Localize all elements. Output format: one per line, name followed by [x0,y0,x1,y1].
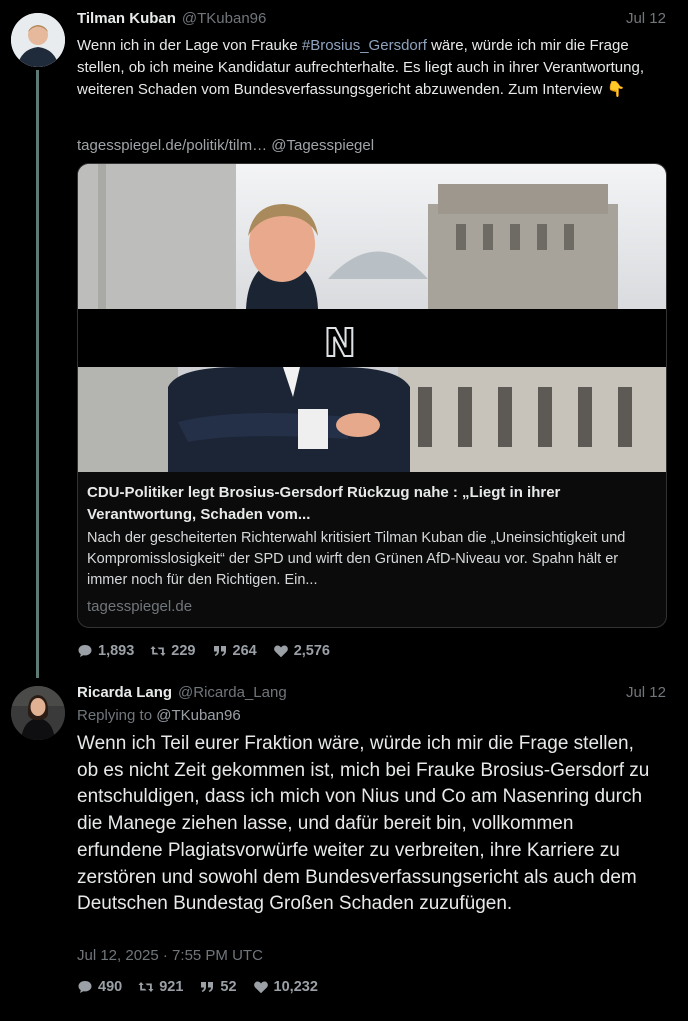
author-handle[interactable]: @TKuban96 [182,10,266,27]
quote-count-value: 52 [220,979,237,995]
card-description: Nach der gescheiterten Richterwahl kriti… [87,530,626,588]
nius-logo-icon: N [323,320,357,366]
reply-count-value: 1,893 [98,643,135,659]
card-image-bottom [78,367,666,472]
quote-icon [213,646,226,656]
tweet2-timestamp[interactable]: Jul 12, 2025 · 7:55 PM UTC [77,947,263,964]
heart-icon [273,645,288,658]
card-image-top [78,164,666,309]
quote-count-value: 264 [232,643,257,659]
retweet-count[interactable]: 921 [138,977,183,997]
reply-count[interactable]: 1,893 [77,641,134,661]
tweet2-text: Wenn ich Teil eurer Fraktion wäre, würde… [77,733,650,915]
thread-line [36,70,39,678]
quote-count[interactable]: 52 [199,977,237,997]
tweet2-header: Ricarda Lang @Ricarda_Lang [77,684,287,704]
avatar-photo-icon [11,13,65,67]
like-count[interactable]: 2,576 [273,641,330,661]
retweet-count-value: 921 [159,979,184,995]
comment-icon [78,981,92,993]
card-logo-band [78,309,666,367]
quote-icon [201,982,214,992]
tweet1-header: Tilman Kuban @TKuban96 [77,10,266,30]
retweet-count[interactable]: 229 [150,641,196,661]
avatar-photo-icon [11,686,65,740]
author-name[interactable]: Ricarda Lang [77,684,172,701]
avatar-ricarda-lang[interactable] [11,686,65,740]
article-link[interactable]: tagesspiegel.de/politik/tilm… [77,137,267,154]
card-domain: tagesspiegel.de [87,598,193,615]
comment-icon [78,645,92,657]
like-count-value: 10,232 [273,979,318,995]
card-title[interactable]: CDU-Politiker legt Brosius-Gersdorf Rück… [87,482,657,526]
tweet2-stats: 490 921 52 10,232 [77,977,318,997]
author-name[interactable]: Tilman Kuban [77,10,176,27]
reply-count-value: 490 [98,979,123,995]
retweet-count-value: 229 [171,643,196,659]
tweet1-text-pre: Wenn ich in der Lage von Frauke [77,37,302,54]
replying-label: Replying to [77,707,153,724]
author-handle[interactable]: @Ricarda_Lang [178,684,287,701]
heart-icon [253,981,268,994]
quote-count[interactable]: 264 [212,641,257,661]
link-preview-card[interactable]: N CDU-Politiker legt Brosius-Gersdorf Rü… [77,163,667,628]
tweet1-link-line: tagesspiegel.de/politik/tilm… @Tagesspie… [77,137,374,154]
avatar-tilman-kuban[interactable] [11,13,65,67]
hashtag-link[interactable]: #Brosius_Gersdorf [302,37,427,54]
like-count[interactable]: 10,232 [253,977,318,997]
tweet2-date[interactable]: Jul 12 [626,684,666,701]
retweet-icon [138,982,154,992]
tweet1-text: Wenn ich in der Lage von Frauke #Brosius… [77,35,657,101]
retweet-icon [150,646,166,656]
like-count-value: 2,576 [293,643,330,659]
mention-link[interactable]: @Tagesspiegel [271,137,374,154]
tweet1-date[interactable]: Jul 12 [626,10,666,27]
replying-to-handle[interactable]: @TKuban96 [156,707,240,724]
tweet1-stats: 1,893 229 264 2,576 [77,641,330,661]
reply-count[interactable]: 490 [77,977,122,997]
replying-to: Replying to @TKuban96 [77,707,241,724]
